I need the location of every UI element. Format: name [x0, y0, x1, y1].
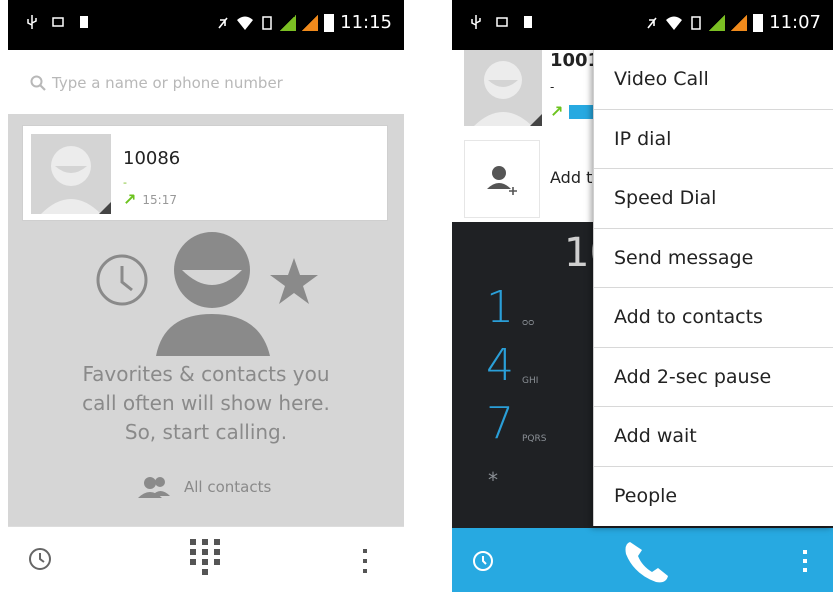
sd-card-icon: [80, 16, 88, 28]
screenshot-icon: [496, 17, 508, 27]
phone-screen-dialer: 11:07 10010 - ↗ Add t 10 1 ᴑᴑ 4 GHI 7 PQ…: [452, 0, 833, 592]
outgoing-call-icon: ↗: [123, 190, 137, 209]
dial-key-7-sub: PQRS: [522, 434, 547, 444]
wifi-icon: [666, 16, 683, 30]
recent-call-time-row: ↗ 15:17: [123, 190, 177, 209]
vibrate-icon: [262, 15, 272, 30]
overflow-menu: Video Call IP dial Speed Dial Send messa…: [593, 50, 833, 526]
dial-key-star[interactable]: *: [488, 468, 498, 492]
contacts-icon: [138, 477, 170, 498]
menu-item-video-call[interactable]: Video Call: [594, 50, 833, 110]
signal-icon-sim1: [280, 14, 297, 31]
contact-detail: -: [550, 80, 555, 94]
status-time: 11:07: [769, 12, 821, 33]
status-time: 11:15: [340, 12, 392, 33]
all-contacts-label: All contacts: [184, 478, 272, 496]
sd-card-icon: [524, 16, 532, 28]
status-bar: 11:07: [452, 0, 833, 50]
screenshot-icon: [52, 17, 64, 27]
vibrate-icon: [691, 15, 701, 30]
mute-icon: [218, 17, 228, 28]
status-system-icons: 11:07: [645, 12, 821, 33]
phone-icon[interactable]: [622, 540, 670, 584]
dial-key-4[interactable]: 4: [486, 340, 514, 391]
search-placeholder: Type a name or phone number: [52, 74, 283, 92]
battery-icon: [324, 13, 335, 32]
status-notification-icons: [26, 15, 90, 29]
battery-icon: [753, 13, 764, 32]
overflow-menu-icon[interactable]: [802, 550, 808, 572]
mute-icon: [647, 17, 657, 28]
add-contact-icon: [487, 166, 517, 195]
menu-item-add-pause[interactable]: Add 2-sec pause: [594, 348, 833, 407]
bottom-action-bar: [8, 526, 404, 592]
status-notification-icons: [470, 15, 534, 29]
contact-placeholder-icon: [41, 146, 111, 214]
bottom-call-bar: [452, 528, 833, 592]
empty-favorites-message: Favorites & contacts you call often will…: [82, 362, 330, 444]
star-icon: [270, 258, 318, 304]
menu-item-speed-dial[interactable]: Speed Dial: [594, 169, 833, 229]
dial-key-4-sub: GHI: [522, 376, 539, 386]
menu-item-people[interactable]: People: [594, 467, 833, 527]
add-contact-label: Add t: [550, 168, 593, 187]
clock-icon: [96, 254, 148, 306]
status-system-icons: 11:15: [216, 12, 392, 33]
usb-icon: [27, 15, 37, 29]
status-bar: 11:15: [8, 0, 404, 50]
search-input[interactable]: Type a name or phone number: [30, 68, 390, 98]
avatar: [464, 50, 542, 126]
overflow-menu-icon[interactable]: [362, 549, 368, 573]
wifi-icon: [237, 16, 254, 30]
signal-icon-sim2: [731, 14, 748, 31]
dial-key-7[interactable]: 7: [486, 398, 514, 449]
signal-icon-sim2: [302, 14, 319, 31]
menu-item-add-to-contacts[interactable]: Add to contacts: [594, 288, 833, 348]
recent-call-card[interactable]: 10086 - ↗ 15:17: [22, 125, 388, 221]
menu-item-send-message[interactable]: Send message: [594, 229, 833, 288]
recent-call-detail: -: [123, 176, 127, 189]
menu-item-add-wait[interactable]: Add wait: [594, 407, 833, 467]
clock-icon[interactable]: [472, 550, 494, 572]
dialpad-icon[interactable]: [190, 539, 222, 583]
favorites-area: 10086 - ↗ 15:17 Favorites & contacts you: [8, 114, 404, 526]
dial-key-1-sub: ᴑᴑ: [522, 318, 535, 328]
signal-icon-sim1: [709, 14, 726, 31]
all-contacts-button[interactable]: All contacts: [138, 476, 271, 498]
recent-call-name: 10086: [123, 148, 181, 169]
person-icon: [156, 232, 270, 356]
phone-screen-favorites: 11:15 Type a name or phone number 10086 …: [8, 0, 404, 592]
avatar: [31, 134, 111, 214]
search-icon: [30, 75, 46, 91]
contact-placeholder-icon: [474, 61, 542, 126]
clock-icon[interactable]: [28, 547, 52, 571]
contact-call-type: ↗: [550, 102, 600, 121]
empty-favorites-illustration: [96, 232, 318, 356]
outgoing-call-icon: ↗: [550, 102, 564, 121]
add-contact-button[interactable]: [464, 140, 540, 218]
usb-icon: [471, 15, 481, 29]
dial-key-1[interactable]: 1: [486, 282, 514, 333]
recent-call-time: 15:17: [142, 192, 177, 207]
menu-item-ip-dial[interactable]: IP dial: [594, 110, 833, 169]
